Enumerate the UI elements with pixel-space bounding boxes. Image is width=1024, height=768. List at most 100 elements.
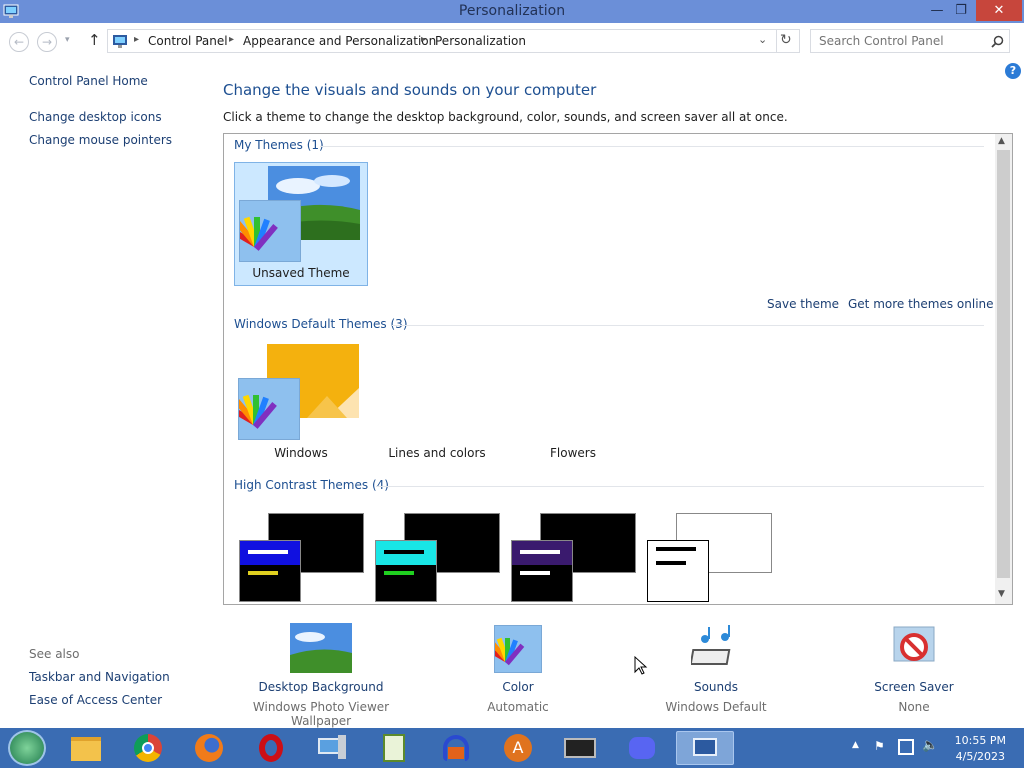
forward-button[interactable]: → <box>37 32 57 52</box>
theme-high-contrast-1[interactable] <box>234 510 368 604</box>
address-bar[interactable]: ▸ Control Panel ▸ Appearance and Persona… <box>107 29 800 53</box>
start-orb-icon[interactable] <box>8 730 46 766</box>
color-icon <box>484 625 542 673</box>
control-panel-home-link[interactable]: Control Panel Home <box>29 74 148 88</box>
discord-icon[interactable] <box>622 731 662 765</box>
hc-text-swatch <box>384 550 424 554</box>
save-theme-link[interactable]: Save theme <box>767 297 839 311</box>
opera-icon[interactable] <box>251 731 291 765</box>
system-clock[interactable]: 10:55 PM 4/5/2023 <box>955 733 1006 765</box>
clock-date: 4/5/2023 <box>955 750 1006 763</box>
control-panel-icon <box>113 35 127 48</box>
network-icon[interactable] <box>898 739 914 755</box>
headphones-icon[interactable] <box>436 731 476 765</box>
action-center-flag-icon[interactable]: ⚑ <box>874 739 888 755</box>
back-arrow-icon: ← <box>13 35 25 49</box>
clock-time: 10:55 PM <box>954 734 1006 747</box>
themes-scrollbar[interactable]: ▲ ▼ <box>995 134 1012 604</box>
close-button[interactable]: ✕ <box>976 0 1022 21</box>
up-arrow-icon: ↑ <box>88 31 101 49</box>
window-title: Personalization <box>458 3 566 19</box>
color-link[interactable]: Color <box>470 680 566 694</box>
breadcrumb-personalization[interactable]: Personalization <box>435 34 526 48</box>
hc-text-swatch <box>656 561 686 565</box>
color-setting[interactable]: Color Automatic <box>470 623 566 714</box>
theme-high-contrast-2[interactable] <box>370 510 504 604</box>
color-value: Automatic <box>487 700 549 714</box>
chrome-icon[interactable] <box>128 731 168 765</box>
hc-text-swatch <box>520 571 550 575</box>
screen-saver-link[interactable]: Screen Saver <box>864 680 964 694</box>
search-icon[interactable] <box>991 35 1004 48</box>
control-panel-taskbar-icon[interactable] <box>676 731 734 765</box>
restore-button[interactable]: ❐ <box>946 0 976 21</box>
desktop-background-setting[interactable]: Desktop Background Windows Photo Viewer … <box>231 623 411 728</box>
file-explorer-icon[interactable] <box>66 731 106 765</box>
taskbar-navigation-link[interactable]: Taskbar and Navigation <box>29 670 170 684</box>
theme-windows[interactable]: Windows <box>227 341 368 465</box>
sounds-value: Windows Default <box>665 700 767 714</box>
volume-muted-icon[interactable]: 🔈 <box>922 738 938 753</box>
change-mouse-pointers-link[interactable]: Change mouse pointers <box>29 133 172 147</box>
sounds-icon <box>691 625 731 665</box>
color-fan-icon <box>484 637 525 666</box>
group-divider <box>376 486 984 487</box>
theme-label: Unsaved Theme <box>252 266 350 280</box>
hc-palette-thumbnail <box>511 540 573 602</box>
color-fan-icon <box>227 394 277 429</box>
refresh-icon[interactable]: ↻ <box>780 32 792 48</box>
ease-of-access-link[interactable]: Ease of Access Center <box>29 693 162 707</box>
page-subtitle: Click a theme to change the desktop back… <box>223 110 788 124</box>
forward-arrow-icon: → <box>41 35 53 49</box>
theme-flowers[interactable]: Flowers <box>506 341 640 465</box>
theme-high-contrast-3[interactable] <box>506 510 640 604</box>
breadcrumb-separator-icon: ▸ <box>421 34 427 45</box>
hc-palette-thumbnail <box>375 540 437 602</box>
sounds-link[interactable]: Sounds <box>656 680 776 694</box>
back-button[interactable]: ← <box>9 32 29 52</box>
scroll-up-icon[interactable]: ▲ <box>998 136 1005 146</box>
color-palette-thumbnail <box>228 200 301 262</box>
change-desktop-icons-link[interactable]: Change desktop icons <box>29 110 162 124</box>
display-icon[interactable] <box>560 731 600 765</box>
group-divider <box>320 146 984 147</box>
mouse-cursor-icon <box>634 656 648 675</box>
recent-locations-dropdown[interactable]: ▾ <box>65 35 70 45</box>
breadcrumb-control-panel[interactable]: Control Panel <box>148 34 228 48</box>
screen-saver-value: None <box>898 700 930 714</box>
theme-label: Flowers <box>550 446 596 460</box>
desktop-background-icon <box>290 623 352 673</box>
breadcrumb-separator-icon: ▸ <box>229 34 235 45</box>
scroll-down-icon[interactable]: ▼ <box>998 589 1005 599</box>
default-themes-header: Windows Default Themes (3) <box>234 317 408 331</box>
desktop-background-link[interactable]: Desktop Background <box>231 680 411 694</box>
address-dropdown-icon[interactable]: ⌄ <box>758 33 767 46</box>
search-box[interactable] <box>810 29 1010 53</box>
theme-high-contrast-white[interactable] <box>642 510 776 604</box>
firefox-icon[interactable] <box>189 731 229 765</box>
hc-text-swatch <box>520 550 560 554</box>
screen-saver-setting[interactable]: Screen Saver None <box>864 623 964 714</box>
taskbar: A ▲ ⚑ 🔈 10:55 PM 4/5/2023 <box>0 728 1024 768</box>
title-bar: Personalization — ❐ ✕ <box>0 0 1024 23</box>
get-more-themes-link[interactable]: Get more themes online <box>848 297 994 311</box>
navigation-bar: ← → ▾ ↑ ▸ Control Panel ▸ Appearance and… <box>0 23 1024 59</box>
this-pc-icon[interactable] <box>312 731 352 765</box>
hc-palette-thumbnail <box>239 540 301 602</box>
show-hidden-icons-icon[interactable]: ▲ <box>852 740 859 750</box>
app-a-icon[interactable]: A <box>498 731 538 765</box>
help-icon[interactable]: ? <box>1005 63 1021 79</box>
themes-panel: My Themes (1) Unsaved Theme Save theme G… <box>223 133 1013 605</box>
my-themes-header: My Themes (1) <box>234 138 324 152</box>
up-button[interactable]: ↑ <box>88 31 101 49</box>
notepad-icon[interactable] <box>374 731 414 765</box>
page-title: Change the visuals and sounds on your co… <box>223 81 597 99</box>
breadcrumb-appearance[interactable]: Appearance and Personalization <box>243 34 436 48</box>
scroll-thumb[interactable] <box>997 150 1010 578</box>
search-input[interactable] <box>811 30 989 52</box>
sounds-setting[interactable]: Sounds Windows Default <box>656 623 776 714</box>
breadcrumb-separator-icon: ▸ <box>134 34 140 45</box>
theme-lines-and-colors[interactable]: Lines and colors <box>370 341 504 465</box>
theme-unsaved[interactable]: Unsaved Theme <box>228 162 368 286</box>
color-palette-thumbnail <box>227 378 300 440</box>
